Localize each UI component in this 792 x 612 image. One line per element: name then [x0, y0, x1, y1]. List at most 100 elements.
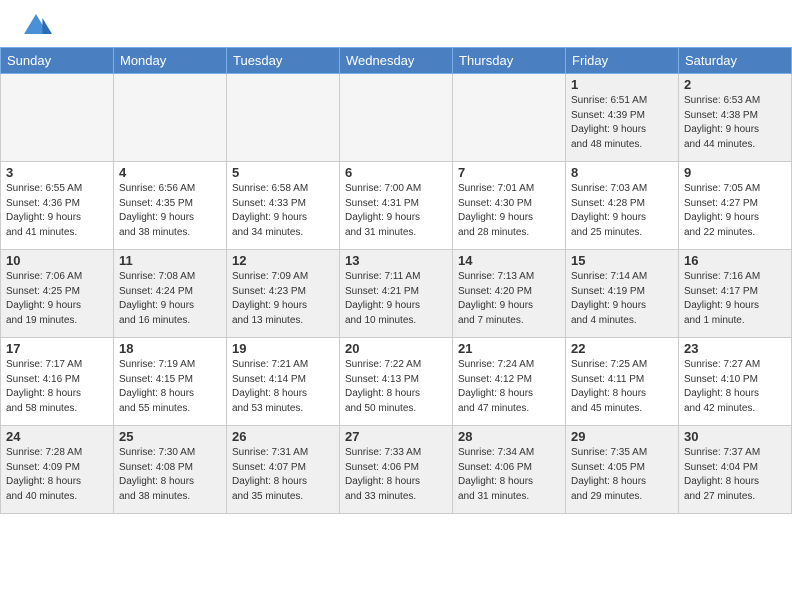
calendar-week-2: 3Sunrise: 6:55 AM Sunset: 4:36 PM Daylig…: [1, 162, 792, 250]
day-info: Sunrise: 6:58 AM Sunset: 4:33 PM Dayligh…: [232, 182, 334, 240]
day-info: Sunrise: 7:22 AM Sunset: 4:13 PM Dayligh…: [345, 358, 447, 416]
day-number: 22: [571, 341, 673, 356]
day-number: 17: [6, 341, 108, 356]
day-info: Sunrise: 7:34 AM Sunset: 4:06 PM Dayligh…: [458, 446, 560, 504]
day-info: Sunrise: 7:06 AM Sunset: 4:25 PM Dayligh…: [6, 270, 108, 328]
day-number: 5: [232, 165, 334, 180]
calendar-week-5: 24 Sunrise: 7:28 AM Sunset: 4:09 PM Dayli…: [1, 426, 792, 514]
calendar-cell: 26Sunrise: 7:31 AM Sunset: 4:07 PM Dayli…: [227, 426, 340, 514]
calendar-cell: 1 Sunrise: 6:51 AM Sunset: 4:39 PM Daylig…: [566, 74, 679, 162]
day-info: Sunrise: 7:19 AM Sunset: 4:15 PM Dayligh…: [119, 358, 221, 416]
day-number: 9: [684, 165, 786, 180]
calendar-cell: 18 Sunrise: 7:19 AM Sunset: 4:15 PM Dayli…: [114, 338, 227, 426]
day-info: Sunrise: 7:35 AM Sunset: 4:05 PM Dayligh…: [571, 446, 673, 504]
weekday-header-row: SundayMondayTuesdayWednesdayThursdayFrid…: [1, 48, 792, 74]
day-info: Sunrise: 6:55 AM Sunset: 4:36 PM Dayligh…: [6, 182, 108, 240]
calendar-cell: 3Sunrise: 6:55 AM Sunset: 4:36 PM Daylig…: [1, 162, 114, 250]
day-number: 18: [119, 341, 221, 356]
calendar-cell: 12Sunrise: 7:09 AM Sunset: 4:23 PM Dayli…: [227, 250, 340, 338]
calendar-cell: 30 Sunrise: 7:37 AM Sunset: 4:04 PM Dayli…: [679, 426, 792, 514]
day-info: Sunrise: 7:16 AM Sunset: 4:17 PM Dayligh…: [684, 270, 786, 328]
calendar-cell: 24 Sunrise: 7:28 AM Sunset: 4:09 PM Dayli…: [1, 426, 114, 514]
weekday-saturday: Saturday: [679, 48, 792, 74]
calendar-cell: 13 Sunrise: 7:11 AM Sunset: 4:21 PM Dayli…: [340, 250, 453, 338]
calendar-cell: [114, 74, 227, 162]
day-number: 23: [684, 341, 786, 356]
day-number: 15: [571, 253, 673, 268]
logo: [20, 10, 52, 42]
day-info: Sunrise: 7:33 AM Sunset: 4:06 PM Dayligh…: [345, 446, 447, 504]
calendar-cell: 28 Sunrise: 7:34 AM Sunset: 4:06 PM Dayli…: [453, 426, 566, 514]
day-number: 16: [684, 253, 786, 268]
day-info: Sunrise: 7:25 AM Sunset: 4:11 PM Dayligh…: [571, 358, 673, 416]
day-number: 24: [6, 429, 108, 444]
day-number: 6: [345, 165, 447, 180]
calendar-cell: 21 Sunrise: 7:24 AM Sunset: 4:12 PM Dayli…: [453, 338, 566, 426]
day-info: Sunrise: 7:11 AM Sunset: 4:21 PM Dayligh…: [345, 270, 447, 328]
day-info: Sunrise: 7:17 AM Sunset: 4:16 PM Dayligh…: [6, 358, 108, 416]
day-number: 1: [571, 77, 673, 92]
calendar-cell: 10 Sunrise: 7:06 AM Sunset: 4:25 PM Dayli…: [1, 250, 114, 338]
calendar-cell: 17 Sunrise: 7:17 AM Sunset: 4:16 PM Dayli…: [1, 338, 114, 426]
calendar-body: 1 Sunrise: 6:51 AM Sunset: 4:39 PM Daylig…: [1, 74, 792, 514]
day-number: 4: [119, 165, 221, 180]
calendar-cell: 2Sunrise: 6:53 AM Sunset: 4:38 PM Daylig…: [679, 74, 792, 162]
weekday-wednesday: Wednesday: [340, 48, 453, 74]
weekday-sunday: Sunday: [1, 48, 114, 74]
day-number: 29: [571, 429, 673, 444]
day-info: Sunrise: 7:14 AM Sunset: 4:19 PM Dayligh…: [571, 270, 673, 328]
day-info: Sunrise: 7:01 AM Sunset: 4:30 PM Dayligh…: [458, 182, 560, 240]
day-number: 28: [458, 429, 560, 444]
day-number: 7: [458, 165, 560, 180]
day-number: 21: [458, 341, 560, 356]
day-number: 30: [684, 429, 786, 444]
calendar-table: SundayMondayTuesdayWednesdayThursdayFrid…: [0, 47, 792, 514]
day-number: 10: [6, 253, 108, 268]
logo-icon: [20, 10, 52, 42]
calendar-cell: 29 Sunrise: 7:35 AM Sunset: 4:05 PM Dayli…: [566, 426, 679, 514]
day-number: 27: [345, 429, 447, 444]
weekday-thursday: Thursday: [453, 48, 566, 74]
calendar-cell: 8 Sunrise: 7:03 AM Sunset: 4:28 PM Daylig…: [566, 162, 679, 250]
day-number: 20: [345, 341, 447, 356]
day-number: 19: [232, 341, 334, 356]
day-info: Sunrise: 6:51 AM Sunset: 4:39 PM Dayligh…: [571, 94, 673, 152]
day-info: Sunrise: 7:28 AM Sunset: 4:09 PM Dayligh…: [6, 446, 108, 504]
day-info: Sunrise: 6:56 AM Sunset: 4:35 PM Dayligh…: [119, 182, 221, 240]
day-info: Sunrise: 7:21 AM Sunset: 4:14 PM Dayligh…: [232, 358, 334, 416]
day-info: Sunrise: 7:30 AM Sunset: 4:08 PM Dayligh…: [119, 446, 221, 504]
calendar-cell: 19 Sunrise: 7:21 AM Sunset: 4:14 PM Dayli…: [227, 338, 340, 426]
day-info: Sunrise: 7:31 AM Sunset: 4:07 PM Dayligh…: [232, 446, 334, 504]
day-number: 11: [119, 253, 221, 268]
calendar-week-4: 17 Sunrise: 7:17 AM Sunset: 4:16 PM Dayli…: [1, 338, 792, 426]
day-info: Sunrise: 7:05 AM Sunset: 4:27 PM Dayligh…: [684, 182, 786, 240]
day-info: Sunrise: 7:08 AM Sunset: 4:24 PM Dayligh…: [119, 270, 221, 328]
calendar-cell: 9 Sunrise: 7:05 AM Sunset: 4:27 PM Daylig…: [679, 162, 792, 250]
day-info: Sunrise: 7:03 AM Sunset: 4:28 PM Dayligh…: [571, 182, 673, 240]
calendar-cell: 15 Sunrise: 7:14 AM Sunset: 4:19 PM Dayli…: [566, 250, 679, 338]
day-number: 14: [458, 253, 560, 268]
calendar-cell: [340, 74, 453, 162]
calendar-cell: 23 Sunrise: 7:27 AM Sunset: 4:10 PM Dayli…: [679, 338, 792, 426]
day-info: Sunrise: 7:13 AM Sunset: 4:20 PM Dayligh…: [458, 270, 560, 328]
day-info: Sunrise: 6:53 AM Sunset: 4:38 PM Dayligh…: [684, 94, 786, 152]
weekday-monday: Monday: [114, 48, 227, 74]
calendar-cell: 20 Sunrise: 7:22 AM Sunset: 4:13 PM Dayli…: [340, 338, 453, 426]
page-header: [0, 0, 792, 47]
calendar-cell: 25Sunrise: 7:30 AM Sunset: 4:08 PM Dayli…: [114, 426, 227, 514]
day-number: 8: [571, 165, 673, 180]
calendar-cell: [453, 74, 566, 162]
day-info: Sunrise: 7:37 AM Sunset: 4:04 PM Dayligh…: [684, 446, 786, 504]
calendar-week-3: 10 Sunrise: 7:06 AM Sunset: 4:25 PM Dayli…: [1, 250, 792, 338]
day-number: 13: [345, 253, 447, 268]
calendar-week-1: 1 Sunrise: 6:51 AM Sunset: 4:39 PM Daylig…: [1, 74, 792, 162]
day-number: 12: [232, 253, 334, 268]
day-info: Sunrise: 7:24 AM Sunset: 4:12 PM Dayligh…: [458, 358, 560, 416]
calendar-cell: [1, 74, 114, 162]
weekday-friday: Friday: [566, 48, 679, 74]
calendar-cell: [227, 74, 340, 162]
weekday-tuesday: Tuesday: [227, 48, 340, 74]
day-info: Sunrise: 7:27 AM Sunset: 4:10 PM Dayligh…: [684, 358, 786, 416]
calendar-cell: 27 Sunrise: 7:33 AM Sunset: 4:06 PM Dayli…: [340, 426, 453, 514]
day-info: Sunrise: 7:00 AM Sunset: 4:31 PM Dayligh…: [345, 182, 447, 240]
